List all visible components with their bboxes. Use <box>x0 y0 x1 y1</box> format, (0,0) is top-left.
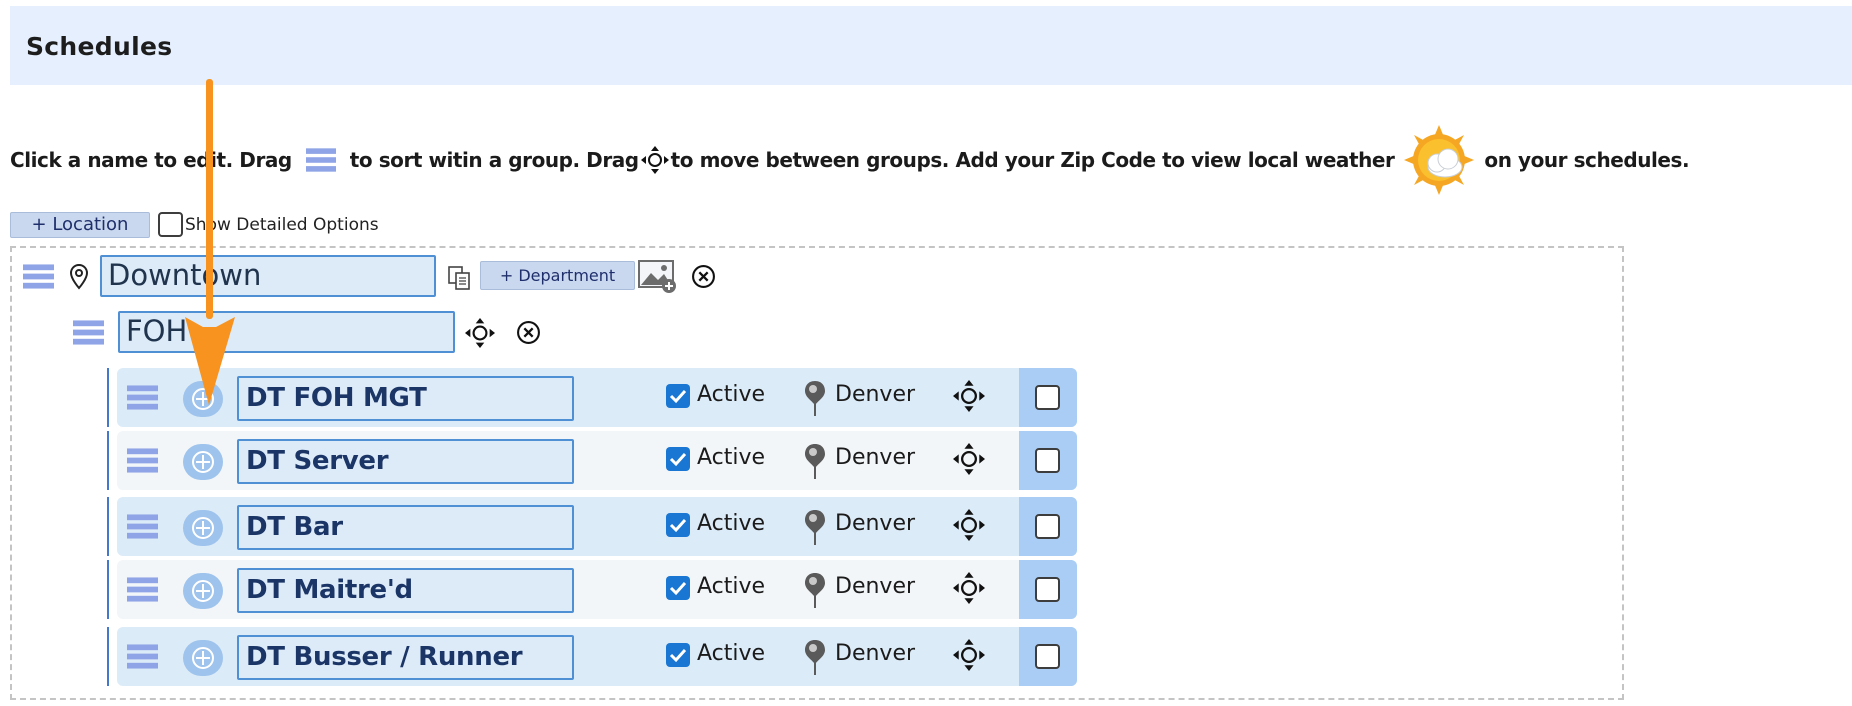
department-move-icon[interactable] <box>465 318 495 348</box>
select-cell <box>1019 431 1077 490</box>
city-label: Denver <box>835 511 916 536</box>
active-checkbox[interactable] <box>666 384 690 408</box>
remove-department-icon[interactable] <box>516 320 541 345</box>
location-pin-icon <box>805 640 825 675</box>
orange-arrow-annotation <box>185 79 235 405</box>
drag-handle-icon <box>305 148 336 172</box>
drag-handle-icon[interactable] <box>127 577 158 602</box>
move-arrows-icon[interactable] <box>953 509 985 541</box>
instructions-part4: on your schedules. <box>1484 148 1690 172</box>
page-title: Schedules <box>26 32 173 61</box>
city-label: Denver <box>835 445 916 470</box>
active-label: Active <box>697 511 766 536</box>
select-cell <box>1019 560 1077 619</box>
active-checkbox[interactable] <box>666 643 690 667</box>
add-schedule-icon[interactable] <box>183 510 223 546</box>
department-name-input[interactable]: FOH <box>118 311 455 353</box>
add-schedule-icon[interactable] <box>183 573 223 609</box>
active-label: Active <box>697 445 766 470</box>
schedule-name-input[interactable]: DT Server <box>237 439 574 484</box>
schedule-name-input[interactable]: DT Busser / Runner <box>237 635 574 680</box>
location-pin-icon <box>805 381 825 416</box>
drag-handle-icon[interactable] <box>127 385 158 410</box>
page-header: Schedules <box>10 6 1852 85</box>
location-drag-icon[interactable] <box>23 264 54 289</box>
active-checkbox[interactable] <box>666 576 690 600</box>
select-cell <box>1019 497 1077 556</box>
sun-cloud-icon <box>1404 125 1475 195</box>
select-cell <box>1019 627 1077 686</box>
select-checkbox[interactable] <box>1035 448 1060 473</box>
schedule-row: DT Server Active Denver <box>117 431 1077 490</box>
move-arrows-icon[interactable] <box>953 380 985 412</box>
move-arrows-icon <box>640 146 669 174</box>
add-department-button[interactable]: + Department <box>480 261 635 290</box>
active-label: Active <box>697 382 766 407</box>
move-arrows-icon[interactable] <box>953 639 985 671</box>
instructions-part2: to sort witin a group. Drag <box>349 148 639 172</box>
select-checkbox[interactable] <box>1035 514 1060 539</box>
active-label: Active <box>697 574 766 599</box>
remove-location-icon[interactable] <box>691 264 716 289</box>
select-checkbox[interactable] <box>1035 577 1060 602</box>
select-checkbox[interactable] <box>1035 385 1060 410</box>
drag-handle-icon[interactable] <box>127 644 158 669</box>
department-drag-icon[interactable] <box>73 320 104 345</box>
move-arrows-icon[interactable] <box>953 443 985 475</box>
schedule-row: DT Maitre'd Active Denver <box>117 560 1077 619</box>
instructions-part3: to move between groups. Add your Zip Cod… <box>670 148 1395 172</box>
drag-handle-icon[interactable] <box>127 448 158 473</box>
schedule-name-input[interactable]: DT Maitre'd <box>237 568 574 613</box>
add-location-button[interactable]: + Location <box>10 212 150 238</box>
city-label: Denver <box>835 641 916 666</box>
schedule-row: DT Busser / Runner Active Denver <box>117 627 1077 686</box>
schedule-name-input[interactable]: DT Bar <box>237 505 574 550</box>
location-pin-icon <box>805 510 825 545</box>
location-pin-icon <box>805 444 825 479</box>
active-checkbox[interactable] <box>666 513 690 537</box>
drag-handle-icon[interactable] <box>127 514 158 539</box>
active-label: Active <box>697 641 766 666</box>
add-schedule-icon[interactable] <box>183 444 223 480</box>
schedule-row: DT Bar Active Denver <box>117 497 1077 556</box>
city-label: Denver <box>835 574 916 599</box>
copy-icon[interactable] <box>447 265 473 291</box>
select-checkbox[interactable] <box>1035 644 1060 669</box>
city-label: Denver <box>835 382 916 407</box>
active-checkbox[interactable] <box>666 447 690 471</box>
schedule-name-input[interactable]: DT FOH MGT <box>237 376 574 421</box>
select-cell <box>1019 368 1077 427</box>
location-pin-icon <box>805 573 825 608</box>
add-image-icon[interactable] <box>638 258 678 294</box>
add-schedule-icon[interactable] <box>183 640 223 676</box>
move-arrows-icon[interactable] <box>953 572 985 604</box>
location-pin-outline-icon <box>69 263 89 290</box>
